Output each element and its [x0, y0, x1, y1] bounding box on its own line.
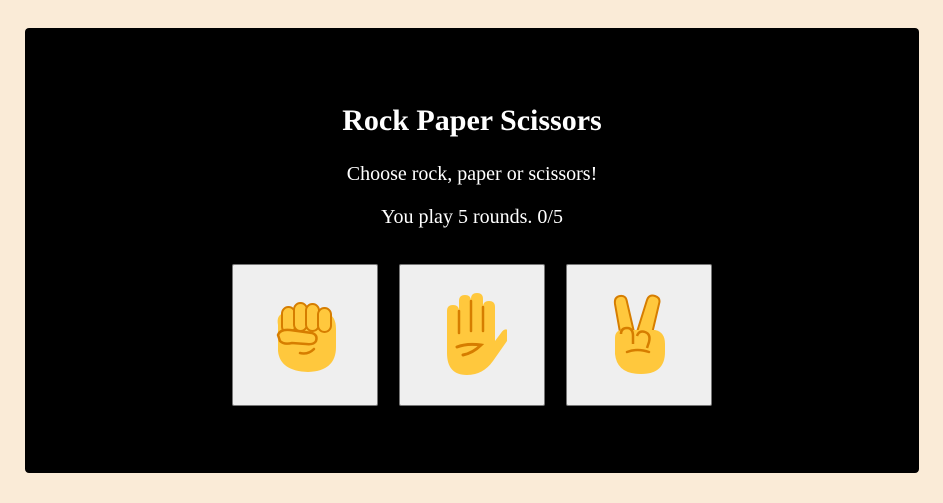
scissors-button[interactable] [566, 264, 712, 406]
victory-hand-icon [613, 294, 665, 374]
raised-hand-icon [447, 293, 507, 375]
raised-fist-icon [276, 302, 336, 372]
instruction-text: Choose rock, paper or scissors! [346, 163, 598, 185]
game-panel: Rock Paper Scissors Choose rock, paper o… [25, 28, 919, 473]
paper-button[interactable] [399, 264, 545, 406]
game-title: Rock Paper Scissors [342, 104, 602, 137]
choice-buttons [232, 264, 712, 406]
rock-button[interactable] [232, 264, 378, 406]
rounds-counter: You play 5 rounds. 0/5 [381, 206, 563, 228]
